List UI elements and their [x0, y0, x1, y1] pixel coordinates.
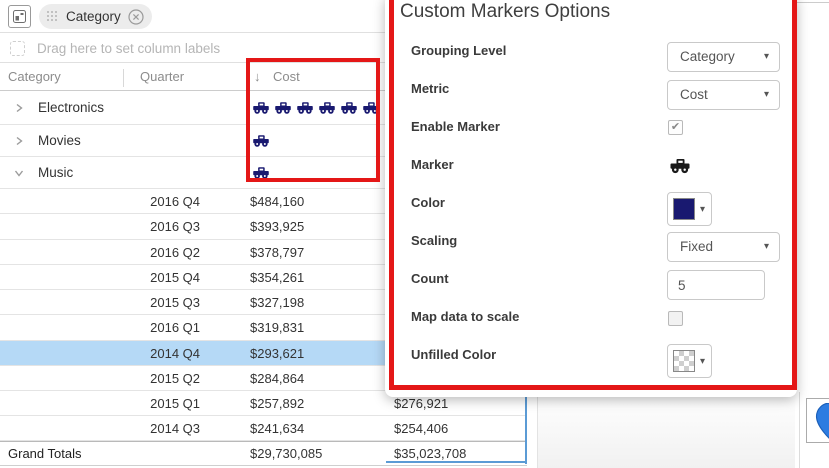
chevron-down-icon: ▾	[763, 241, 769, 252]
color-picker-button[interactable]: ▾	[667, 192, 712, 226]
marker-picker-fragment[interactable]	[806, 398, 829, 443]
cost-marker-icons	[252, 134, 270, 147]
cost-cell: $327,198	[250, 295, 305, 310]
cost-cell: $284,864	[250, 371, 305, 386]
quarter-cell: 2014 Q4	[150, 346, 200, 361]
column-drop-icon	[10, 41, 25, 56]
chevron-down-icon: ▾	[763, 51, 769, 62]
color-label: Color	[411, 195, 445, 210]
top-right-divider	[797, 2, 829, 3]
scaling-value: Fixed	[680, 239, 714, 254]
column-drop-placeholder: Drag here to set column labels	[37, 41, 221, 56]
grand-totals-label: Grand Totals	[8, 446, 82, 461]
grand-totals-cost: $29,730,085	[250, 446, 323, 461]
quarter-row[interactable]: 2014 Q3 $241,634 $254,406	[0, 416, 527, 441]
map-data-to-scale-label: Map data to scale	[411, 309, 520, 324]
category-label[interactable]: Music	[38, 157, 73, 189]
chevron-down-icon[interactable]	[14, 168, 24, 178]
header-separator	[123, 69, 124, 87]
enable-marker-checkbox[interactable]: ✔	[668, 120, 683, 135]
pivot-table-icon	[13, 10, 26, 23]
metric2-cell: $254,406	[394, 421, 449, 436]
field-chip-category[interactable]: Category	[39, 4, 152, 29]
chevron-down-icon: ▾	[763, 89, 769, 100]
map-data-to-scale-checkbox[interactable]	[668, 311, 683, 326]
cost-cell: $354,261	[250, 270, 305, 285]
chevron-right-icon[interactable]	[14, 136, 24, 146]
cost-cell: $393,925	[250, 219, 305, 234]
quarter-cell: 2014 Q3	[150, 421, 200, 436]
scaling-select[interactable]: Fixed ▾	[667, 232, 780, 262]
dialog-title: Custom Markers Options	[400, 1, 611, 22]
grouping-level-select[interactable]: Category ▾	[667, 42, 780, 72]
quarter-cell: 2015 Q1	[150, 396, 200, 411]
quarter-cell: 2015 Q3	[150, 295, 200, 310]
chevron-down-icon: ▾	[700, 355, 706, 367]
custom-markers-options-dialog: Custom Markers Options Grouping Level Ca…	[385, 0, 797, 397]
quarter-cell: 2016 Q4	[150, 194, 200, 209]
color-swatch-transparent	[673, 350, 695, 372]
cost-marker-icons	[252, 166, 270, 179]
category-label[interactable]: Electronics	[38, 91, 104, 125]
cost-cell: $378,797	[250, 245, 305, 260]
cost-cell: $257,892	[250, 396, 305, 411]
unfilled-color-picker-button[interactable]: ▾	[667, 344, 712, 378]
metric-select[interactable]: Cost ▾	[667, 80, 780, 110]
cost-cell: $241,634	[250, 421, 305, 436]
truck-marker-icon[interactable]	[669, 158, 691, 177]
grouping-level-value: Category	[680, 49, 735, 64]
header-quarter[interactable]: Quarter	[140, 63, 184, 91]
drag-handle-icon[interactable]	[47, 10, 59, 23]
color-swatch-navy	[673, 198, 695, 220]
table-selection-bottom-border	[386, 461, 527, 463]
quarter-cell: 2016 Q3	[150, 219, 200, 234]
header-cost[interactable]: Cost	[273, 63, 300, 91]
header-category[interactable]: Category	[8, 63, 61, 91]
count-label: Count	[411, 271, 449, 286]
chevron-down-icon: ▾	[700, 203, 706, 215]
category-label[interactable]: Movies	[38, 125, 81, 157]
map-pin-icon[interactable]	[815, 403, 829, 439]
cost-cell: $484,160	[250, 194, 305, 209]
cost-cell: $319,831	[250, 320, 305, 335]
enable-marker-label: Enable Marker	[411, 119, 500, 134]
side-panel-fragment	[537, 392, 795, 468]
cost-cell: $293,621	[250, 346, 305, 361]
pivot-config-button[interactable]	[8, 5, 31, 28]
sort-descending-icon[interactable]: ↓	[254, 63, 261, 91]
panel-divider	[799, 392, 800, 468]
scaling-label: Scaling	[411, 233, 458, 248]
pivot-table-app: Category Drag here to set column labels …	[0, 0, 829, 468]
metric-value: Cost	[680, 87, 708, 102]
marker-label: Marker	[411, 157, 454, 172]
quarter-cell: 2016 Q1	[150, 320, 200, 335]
count-input[interactable]	[667, 270, 765, 300]
quarter-cell: 2016 Q2	[150, 245, 200, 260]
unfilled-color-label: Unfilled Color	[411, 347, 497, 362]
close-icon[interactable]	[128, 8, 144, 25]
field-chip-label: Category	[66, 9, 121, 24]
quarter-cell: 2015 Q4	[150, 270, 200, 285]
chevron-right-icon[interactable]	[14, 103, 24, 113]
grouping-level-label: Grouping Level	[411, 43, 507, 58]
cost-marker-icons	[252, 101, 380, 114]
quarter-cell: 2015 Q2	[150, 371, 200, 386]
metric-label: Metric	[411, 81, 450, 96]
